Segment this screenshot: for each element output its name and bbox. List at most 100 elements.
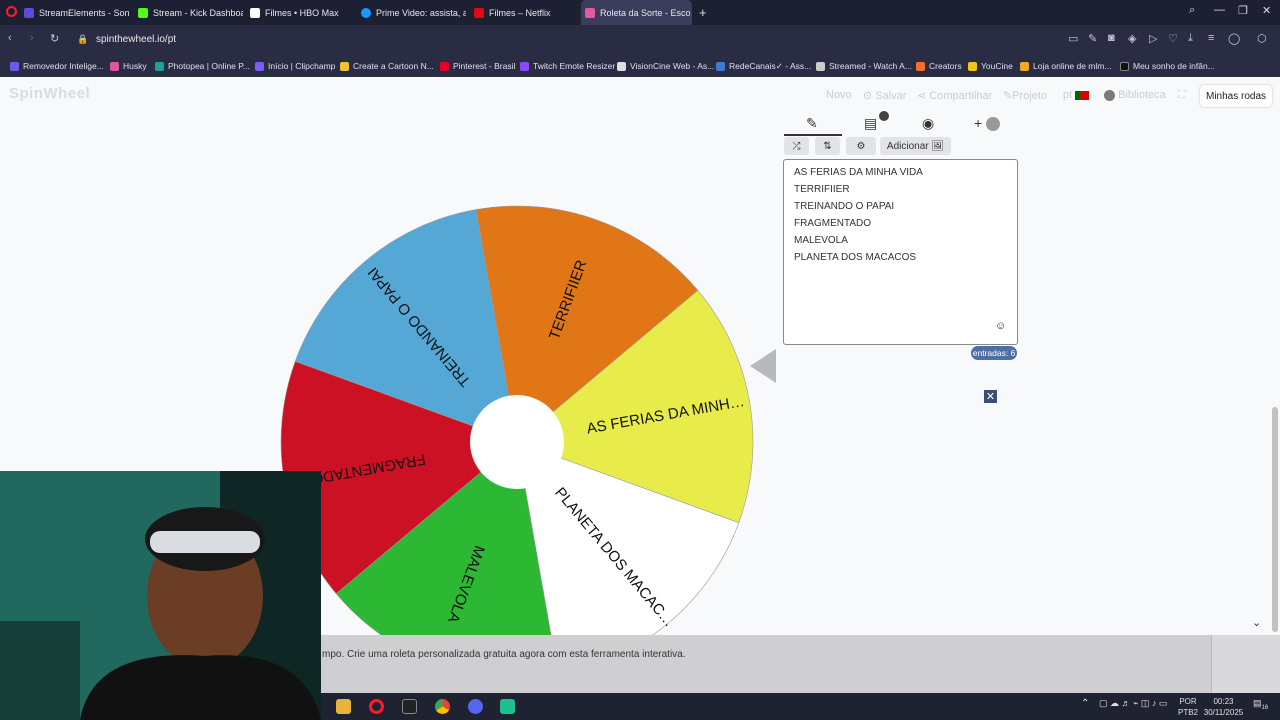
wheel-center-hub[interactable]	[470, 395, 564, 489]
tab-favicon-icon	[361, 7, 371, 18]
bookmark-item[interactable]: Creators	[916, 55, 962, 77]
tab-favicon-icon	[24, 7, 34, 18]
share-icon: ⋖	[917, 90, 930, 102]
app-icon[interactable]	[500, 699, 515, 714]
shield-icon[interactable]: ◈	[1128, 32, 1136, 45]
forward-icon[interactable]: ›	[30, 32, 34, 44]
bookmark-favicon-icon	[520, 61, 529, 71]
settings-button[interactable]: ⚙	[846, 137, 876, 155]
entries-textarea[interactable]: AS FERIAS DA MINHA VIDA TERRIFIIER TREIN…	[783, 159, 1018, 345]
pencil-icon: ✎	[1003, 90, 1013, 102]
share-button[interactable]: ⋖ Compartilhar	[917, 89, 992, 102]
file-explorer-icon[interactable]	[336, 699, 351, 714]
bookmark-favicon-icon	[10, 61, 19, 71]
bookmark-item[interactable]: Removedor Intelige...	[10, 55, 104, 77]
restore-icon[interactable]: ❐	[1238, 4, 1248, 17]
hidden-entries-tab[interactable]: ◉	[922, 115, 934, 132]
close-icon[interactable]: ✕	[984, 390, 997, 403]
add-image-button[interactable]: Adicionar 🖼	[880, 137, 951, 155]
bookmark-item[interactable]: Husky	[110, 55, 147, 77]
close-window-icon[interactable]: ✕	[1262, 4, 1271, 17]
clock[interactable]: 00:23 30/11/2025	[1201, 696, 1246, 718]
bookmark-item[interactable]: Loja online de mlm...	[1020, 55, 1111, 77]
site-logo[interactable]: SpinWheel	[9, 85, 90, 102]
bookmark-item[interactable]: Início | Clipchamp	[255, 55, 335, 77]
shuffle-button[interactable]: ⤮	[784, 137, 809, 155]
bookmark-item[interactable]: Create a Cartoon N...	[340, 55, 434, 77]
play-icon[interactable]: ▷	[1149, 32, 1157, 45]
entry-line: TREINANDO O PAPAI	[794, 201, 895, 212]
download-icon[interactable]: ⤓	[1188, 32, 1193, 45]
capcut-icon[interactable]	[402, 699, 417, 714]
save-button[interactable]: ⊙ Salvar	[863, 89, 906, 102]
input-language[interactable]: POR PTB2	[1178, 696, 1198, 718]
camera-icon[interactable]: ◙	[1108, 32, 1115, 44]
language-selector[interactable]: pt	[1063, 89, 1090, 101]
tab-netflix[interactable]: Filmes – Netflix	[474, 0, 579, 25]
edit-entries-tab[interactable]: ✎	[806, 115, 818, 132]
tab-hbo-max[interactable]: Filmes • HBO Max	[250, 0, 355, 25]
extensions-icon[interactable]: ⬡	[1257, 32, 1267, 45]
bookmark-favicon-icon	[1020, 61, 1029, 71]
opera-taskbar-icon[interactable]	[369, 699, 384, 714]
chevron-down-icon[interactable]: ⌄	[1252, 616, 1261, 629]
add-wheel-tab[interactable]: +	[974, 115, 1001, 132]
url-field[interactable]: spinthewheel.io/pt	[96, 34, 176, 45]
page-scrollbar[interactable]	[1272, 407, 1278, 632]
wheel-thumb-icon	[986, 117, 1001, 132]
minimize-icon[interactable]: —	[1214, 4, 1225, 16]
bookmark-item[interactable]: Streamed - Watch A...	[816, 55, 912, 77]
spin-wheel[interactable]: AS FERIAS DA MINH…PLANETA DOS MACAC…MALE…	[279, 204, 755, 680]
pencil-icon: ✎	[806, 115, 818, 131]
tray-chevron-icon[interactable]: ⌃	[1081, 698, 1089, 709]
reader-icon[interactable]: ▭	[1068, 32, 1078, 45]
project-button[interactable]: ✎Projeto	[1003, 89, 1047, 102]
address-bar: ‹ › ↻ 🔒 spinthewheel.io/pt ▭ ✎ ◙ ◈ ▷ ♡ ⤓…	[0, 25, 1280, 55]
bookmark-item[interactable]: VisionCine Web - As...	[617, 55, 714, 77]
bookmark-favicon-icon	[716, 61, 725, 71]
results-badge-icon	[879, 111, 889, 121]
bookmark-item[interactable]: Photopea | Online P...	[155, 55, 250, 77]
heart-icon[interactable]: ♡	[1168, 32, 1178, 45]
profile-icon[interactable]: ◯	[1228, 32, 1240, 45]
bookmark-favicon-icon	[440, 61, 449, 71]
lock-icon: 🔒	[77, 34, 89, 44]
sort-button[interactable]: ⇅	[815, 137, 840, 155]
edit-icon[interactable]: ✎	[1088, 32, 1097, 45]
bookmark-favicon-icon	[968, 61, 977, 71]
discord-icon[interactable]	[468, 699, 483, 714]
tray-icons[interactable]: ▢ ☁ ♬ ⌁ ◫ ♪ ▭	[1099, 698, 1167, 709]
globe-icon	[1104, 89, 1115, 101]
bookmark-item[interactable]: RedeCanais✓ - Ass...	[716, 55, 811, 77]
library-button[interactable]: Biblioteca	[1104, 89, 1166, 101]
fullscreen-icon[interactable]: ⛶	[1178, 89, 1186, 102]
chrome-icon[interactable]	[435, 699, 450, 714]
results-tab[interactable]: ▤	[864, 111, 889, 132]
tab-streamelements[interactable]: StreamElements - Son	[24, 0, 130, 25]
new-tab-icon[interactable]: +	[699, 5, 707, 20]
emoji-icon[interactable]: ☺	[995, 320, 1006, 332]
bookmark-item[interactable]: YouCine	[968, 55, 1013, 77]
bookmark-item[interactable]: Pinterest - Brasil	[440, 55, 515, 77]
bookmark-favicon-icon	[617, 61, 626, 71]
my-wheels-button[interactable]: Minhas rodas	[1200, 85, 1272, 107]
entries-count-badge: entradas: 6	[971, 346, 1017, 360]
tab-roleta-da-sorte[interactable]: Roleta da Sorte - Esco	[581, 0, 692, 25]
tab-prime-video[interactable]: Prime Video: assista, alug	[361, 0, 466, 25]
editor-tab-underline	[784, 134, 842, 136]
search-icon[interactable]: ⌕	[1189, 4, 1195, 17]
taskbar: ⌃ ▢ ☁ ♬ ⌁ ◫ ♪ ▭ POR PTB2 00:23 30/11/2025 …	[321, 693, 1280, 720]
opera-icon[interactable]	[6, 6, 17, 17]
bookmark-item[interactable]: Twitch Emote Resizer	[520, 55, 615, 77]
bookmarks-bar: Removedor Intelige... Husky Photopea | O…	[0, 55, 1280, 77]
entry-line: TERRIFIIER	[794, 184, 850, 195]
tab-kick-dashboard[interactable]: Stream - Kick Dashboard	[138, 0, 243, 25]
new-wheel-button[interactable]: Novo	[826, 89, 852, 101]
menu-icon[interactable]: ≡	[1208, 32, 1214, 44]
save-icon: ⊙	[863, 90, 876, 102]
tab-favicon-icon	[474, 7, 484, 18]
bookmark-item[interactable]: Meu sonho de infân...	[1120, 55, 1215, 77]
back-icon[interactable]: ‹	[8, 32, 12, 44]
reload-icon[interactable]: ↻	[50, 32, 59, 45]
notification-icon[interactable]: ▤16	[1253, 698, 1268, 711]
